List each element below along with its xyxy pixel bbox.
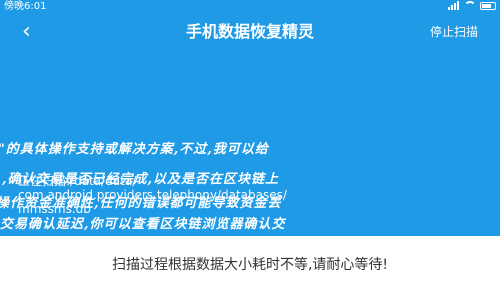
scan-path-line: mmssms.db [18,202,91,216]
scan-status: 正在扫描:/data/data/ com.android.providers.t… [18,174,488,216]
status-bar: 傍晚6:01 [0,0,500,14]
app-header: ‹ 手机数据恢复精灵 停止扫描 [0,14,500,54]
status-icons [448,1,496,10]
signal-icon [448,1,460,10]
battery-icon [480,1,496,10]
overlay-text-line: "的具体操作支持或解决方案,不过,我可以给 [0,142,269,157]
status-time: 傍晚6:01 [4,1,47,12]
scan-path-line: 正在扫描:/data/data/ [18,174,137,188]
stop-scan-button[interactable]: 停止扫描 [430,23,478,41]
scan-hint: 扫描过程根据数据大小耗时不等,请耐心等待! [111,257,389,273]
wifi-icon [464,1,476,10]
page-title: 手机数据恢复精灵 [185,22,314,41]
scan-path-line: com.android.providers.telephony/database… [18,188,287,202]
